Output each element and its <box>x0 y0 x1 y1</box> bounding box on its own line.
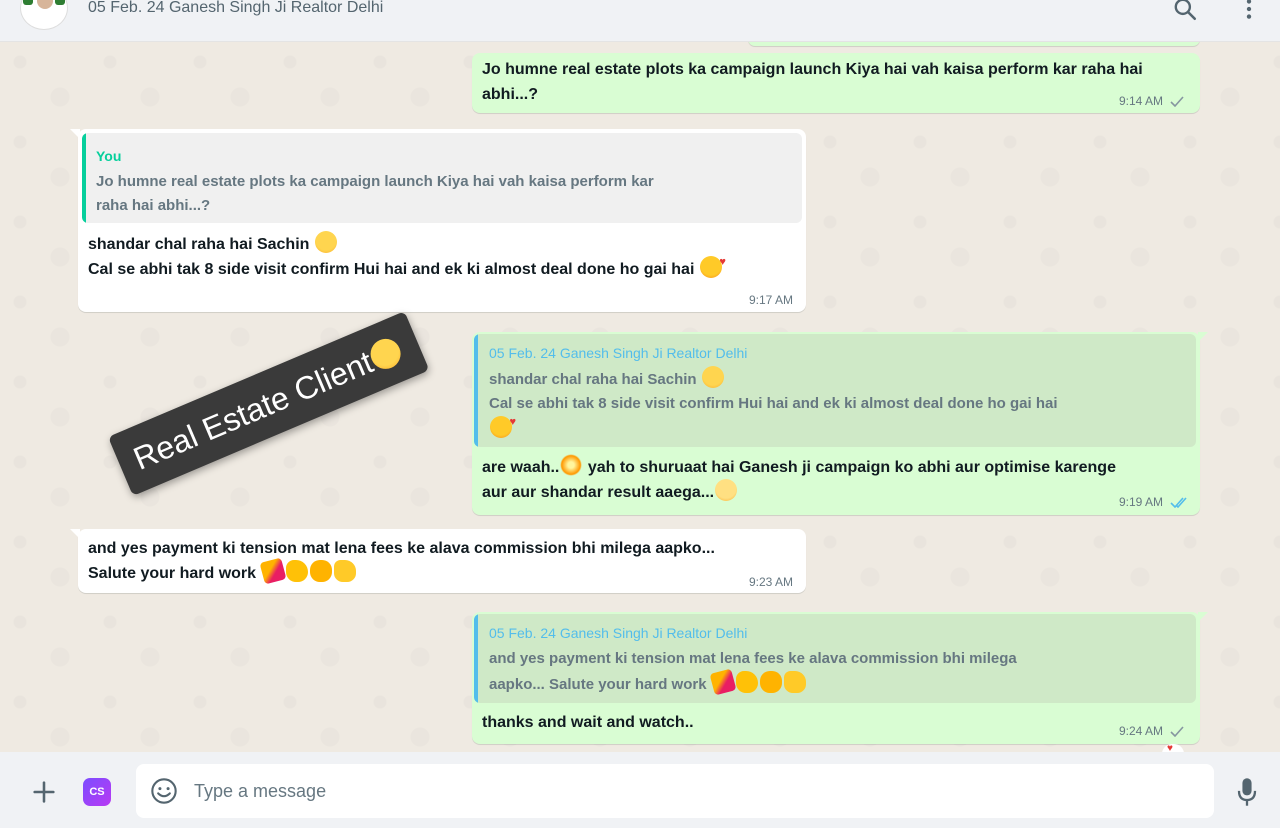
clapping-hands-emoji <box>285 560 308 582</box>
message-text-line: shandar chal raha hai Sachin <box>88 231 338 257</box>
message-text-line: thanks and wait and watch.. <box>482 714 694 731</box>
quoted-author: 05 Feb. 24 Ganesh Singh Ji Realtor Delhi <box>489 625 748 641</box>
party-popper-emoji <box>709 668 737 696</box>
single-tick-icon <box>1170 726 1184 738</box>
collision-emoji <box>560 454 583 476</box>
message-list[interactable]: Jo humne real estate plots ka campaign l… <box>0 42 1280 752</box>
quoted-text-line: Jo humne real estate plots ka campaign l… <box>96 173 654 190</box>
outgoing-message[interactable]: 05 Feb. 24 Ganesh Singh Ji Realtor Delhi… <box>472 612 1208 744</box>
quoted-text-line: and yes payment ki tension mat lena fees… <box>489 650 1017 667</box>
message-text-line: are waah.. yah to shuruaat hai Ganesh ji… <box>482 454 1116 480</box>
quoted-message[interactable]: 05 Feb. 24 Ganesh Singh Ji Realtor Delhi… <box>474 614 1196 703</box>
smiling-face-emoji <box>314 231 337 253</box>
single-tick-icon <box>1170 96 1184 108</box>
message-text-line: Jo humne real estate plots ka campaign l… <box>482 61 1143 78</box>
smiling-face-with-hearts-emoji <box>699 250 726 278</box>
message-input-container[interactable] <box>136 764 1214 818</box>
message-input[interactable] <box>194 774 1174 808</box>
outgoing-message[interactable]: 05 Feb. 24 Ganesh Singh Ji Realtor Delhi… <box>472 332 1208 515</box>
smiling-face-with-hearts-emoji <box>490 410 516 438</box>
reaction-badge[interactable]: ♥ <box>1162 744 1184 752</box>
quoted-author: You <box>96 148 122 164</box>
chat-header: 05 Feb. 24 Ganesh Singh Ji Realtor Delhi <box>0 0 1280 42</box>
message-text-line: Cal se abhi tak 8 side visit confirm Hui… <box>88 250 726 282</box>
contact-avatar[interactable] <box>20 0 68 30</box>
message-text-line: abhi...? <box>482 86 538 103</box>
double-tick-read-icon <box>1170 497 1187 509</box>
menu-icon[interactable] <box>1236 0 1262 22</box>
thumbs-up-emoji <box>333 560 356 582</box>
emoji-icon[interactable] <box>150 777 178 805</box>
message-time: 9:17 AM <box>749 293 794 307</box>
composer-bar: CS <box>0 752 1280 828</box>
message-text-line: Salute your hard work <box>88 557 357 586</box>
message-time: 9:23 AM <box>749 575 794 589</box>
real-estate-client-sticker: Real Estate Client <box>108 311 430 496</box>
previous-message-edge <box>748 42 1200 46</box>
thumbs-up-emoji <box>783 671 806 693</box>
quoted-text-line <box>489 410 516 442</box>
quoted-text-line: aapko... Salute your hard work <box>489 668 807 697</box>
quoted-text-line: Cal se abhi tak 8 side visit confirm Hui… <box>489 395 1058 412</box>
message-text-line: and yes payment ki tension mat lena fees… <box>88 540 715 557</box>
smiling-face-emoji <box>701 366 724 388</box>
clapping-hands-emoji <box>735 671 758 693</box>
message-meta: 9:24 AM <box>1119 724 1184 738</box>
smiling-face-emoji <box>715 479 738 501</box>
quoted-author: 05 Feb. 24 Ganesh Singh Ji Realtor Delhi <box>489 345 748 361</box>
incoming-message[interactable]: You Jo humne real estate plots ka campai… <box>70 129 806 312</box>
message-meta: 9:14 AM <box>1119 94 1184 108</box>
handshake-emoji <box>759 671 782 693</box>
party-popper-emoji <box>259 557 286 585</box>
handshake-emoji <box>309 560 332 582</box>
message-time: 9:14 AM <box>1119 94 1164 108</box>
search-icon[interactable] <box>1172 0 1198 22</box>
message-time: 9:24 AM <box>1119 724 1164 738</box>
incoming-message[interactable]: and yes payment ki tension mat lena fees… <box>70 529 806 593</box>
sticker-text: Real Estate Client <box>127 329 408 478</box>
message-text-line: aur aur shandar result aaega... <box>482 479 738 505</box>
message-meta: 9:19 AM <box>1119 495 1188 509</box>
contact-name[interactable]: 05 Feb. 24 Ganesh Singh Ji Realtor Delhi <box>88 0 383 18</box>
quoted-text-line: raha hai abhi...? <box>96 197 211 214</box>
mic-icon[interactable] <box>1234 776 1260 808</box>
quoted-text-line: shandar chal raha hai Sachin <box>489 366 725 392</box>
quoted-message[interactable]: You Jo humne real estate plots ka campai… <box>82 133 802 223</box>
quoted-message[interactable]: 05 Feb. 24 Ganesh Singh Ji Realtor Delhi… <box>474 334 1196 447</box>
message-time: 9:19 AM <box>1119 495 1164 509</box>
cs-extension-icon[interactable]: CS <box>83 778 111 806</box>
outgoing-message[interactable]: Jo humne real estate plots ka campaign l… <box>472 53 1200 113</box>
plus-icon[interactable] <box>30 778 58 806</box>
heart-icon: ♥ <box>1167 743 1173 753</box>
